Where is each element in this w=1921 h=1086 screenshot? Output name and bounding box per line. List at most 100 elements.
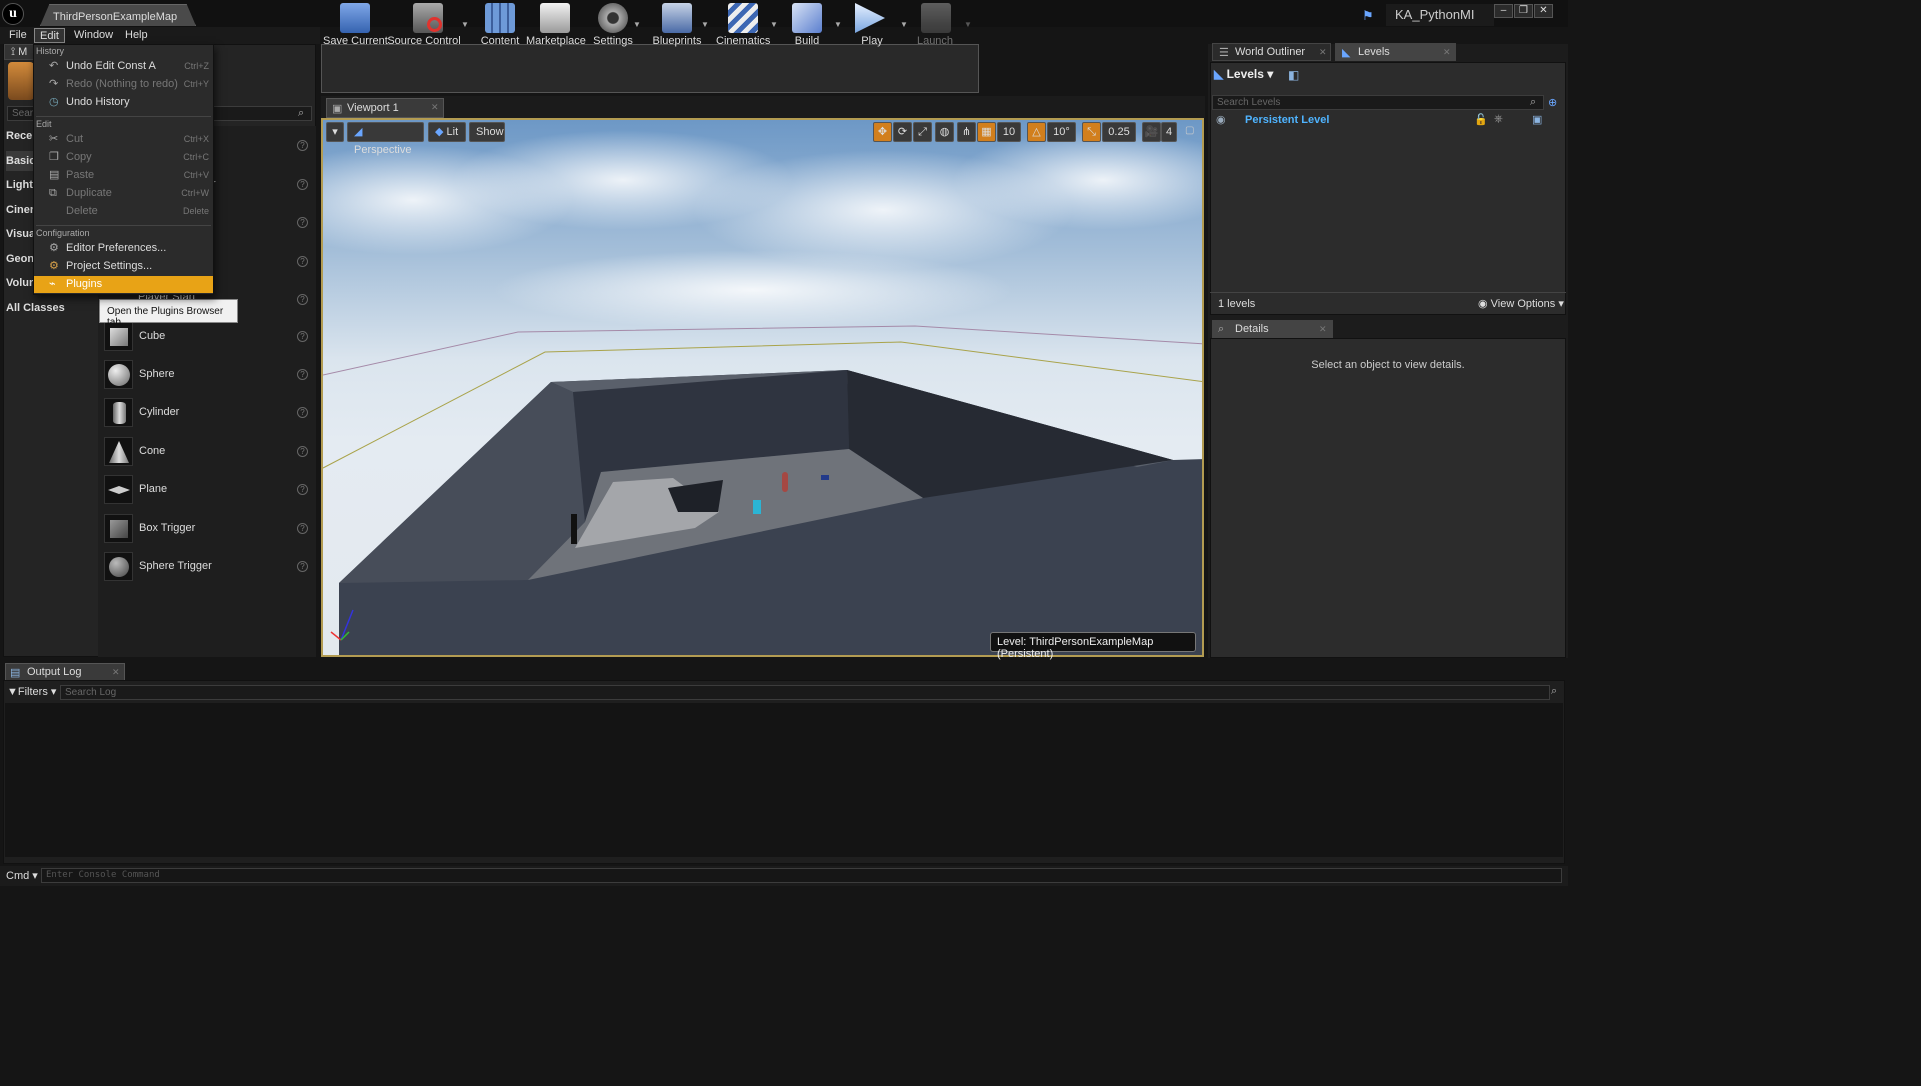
close-icon[interactable]: ✕ bbox=[1319, 324, 1327, 335]
dropdown-arrow-icon[interactable]: ▼ bbox=[701, 20, 709, 29]
output-log-tab[interactable]: ▤ Output Log ✕ bbox=[5, 663, 125, 681]
console-command-input[interactable]: Enter Console Command bbox=[41, 868, 1562, 883]
menu-copy[interactable]: ❐ Copy Ctrl+C bbox=[34, 149, 213, 166]
unreal-logo-icon[interactable]: u bbox=[2, 3, 24, 25]
tab-world-outliner[interactable]: ☰ World Outliner ✕ bbox=[1212, 43, 1331, 61]
maximize-viewport-icon[interactable]: ▢ bbox=[1185, 125, 1194, 136]
cmd-dropdown[interactable]: Cmd ▾ bbox=[6, 869, 38, 882]
blueprints-button[interactable]: Blueprints ▼ bbox=[650, 0, 712, 49]
view-options-button[interactable]: ◉ View Options ▾ bbox=[1478, 297, 1564, 310]
rotation-snap-icon[interactable]: △ bbox=[1027, 122, 1046, 142]
levels-dropdown[interactable]: ◣ Levels ▾ bbox=[1214, 67, 1284, 84]
help-icon[interactable]: ? bbox=[297, 217, 308, 228]
place-item-cylinder[interactable]: Cylinder ? bbox=[104, 398, 309, 430]
scale-snap-value[interactable]: 0.25 bbox=[1102, 122, 1136, 142]
category-all-classes[interactable]: All Classes bbox=[6, 298, 96, 318]
levels-settings-icon[interactable]: ⊕ bbox=[1548, 96, 1557, 109]
dropdown-arrow-icon[interactable]: ▼ bbox=[834, 20, 842, 29]
close-icon[interactable]: ✕ bbox=[1319, 47, 1327, 58]
grid-snap-value[interactable]: 10 bbox=[997, 122, 1021, 142]
menu-edit[interactable]: Edit bbox=[34, 28, 65, 43]
level-viewport[interactable] bbox=[321, 118, 1204, 657]
save-level-icon[interactable]: ▣ bbox=[1532, 113, 1542, 126]
dropdown-arrow-icon[interactable]: ▼ bbox=[964, 20, 972, 29]
menu-plugins[interactable]: ⌁ Plugins bbox=[34, 276, 213, 293]
log-content-area[interactable] bbox=[5, 703, 1563, 857]
place-item-box-trigger[interactable]: Box Trigger ? bbox=[104, 514, 309, 546]
help-icon[interactable]: ? bbox=[297, 561, 308, 572]
camera-speed-value[interactable]: 4 bbox=[1161, 122, 1177, 142]
lock-icon[interactable]: 🔓 bbox=[1474, 113, 1488, 126]
close-icon[interactable]: ✕ bbox=[431, 102, 439, 113]
menu-redo[interactable]: ↷ Redo (Nothing to redo) Ctrl+Y bbox=[34, 76, 213, 93]
cinematics-button[interactable]: Cinematics ▼ bbox=[716, 0, 782, 49]
launch-button[interactable]: Launch ▼ bbox=[914, 0, 976, 49]
translate-icon[interactable]: ✥ bbox=[873, 122, 892, 142]
minimize-icon[interactable]: – bbox=[1494, 4, 1513, 18]
lit-button[interactable]: ◆ Lit bbox=[428, 122, 466, 142]
menu-help[interactable]: Help bbox=[120, 28, 153, 43]
rotation-snap-value[interactable]: 10° bbox=[1047, 122, 1076, 142]
menu-duplicate[interactable]: ⧉ Duplicate Ctrl+W bbox=[34, 185, 213, 202]
tab-levels[interactable]: ◣ Levels ✕ bbox=[1335, 43, 1456, 61]
help-icon[interactable]: ? bbox=[297, 369, 308, 380]
search-log-input[interactable]: Search Log bbox=[60, 685, 1550, 700]
close-icon[interactable]: ✕ bbox=[1443, 47, 1451, 58]
menu-editor-preferences[interactable]: ⚙ Editor Preferences... bbox=[34, 240, 213, 257]
visibility-eye-icon[interactable]: ◉ bbox=[1216, 113, 1226, 126]
menu-project-settings[interactable]: ⚙ Project Settings... bbox=[34, 258, 213, 275]
scale-snap-icon[interactable]: ⤡ bbox=[1082, 122, 1101, 142]
filters-button[interactable]: ▼Filters ▾ bbox=[7, 685, 56, 698]
place-item-cube[interactable]: Cube ? bbox=[104, 322, 309, 354]
scale-icon[interactable]: ⤢ bbox=[913, 122, 932, 142]
viewport-tab[interactable]: ▣ Viewport 1 ✕ bbox=[326, 98, 444, 118]
dropdown-arrow-icon[interactable]: ▼ bbox=[900, 20, 908, 29]
place-item-sphere-trigger[interactable]: Sphere Trigger ? bbox=[104, 552, 309, 584]
perspective-button[interactable]: ◢ Perspective bbox=[347, 122, 424, 156]
menu-delete[interactable]: Delete Delete bbox=[34, 203, 213, 220]
gamepad-icon[interactable]: ⎈ bbox=[1494, 113, 1503, 126]
rotate-icon[interactable]: ⟳ bbox=[893, 122, 912, 142]
viewport-options-button[interactable]: ▾ bbox=[326, 122, 344, 142]
help-icon[interactable]: ? bbox=[297, 179, 308, 190]
build-button[interactable]: Build ▼ bbox=[786, 0, 846, 49]
save-current-button[interactable]: Save Current bbox=[323, 0, 388, 49]
help-icon[interactable]: ? bbox=[297, 331, 308, 342]
dropdown-arrow-icon[interactable]: ▼ bbox=[633, 20, 641, 29]
tab-details[interactable]: ⌕ Details ✕ bbox=[1212, 320, 1333, 338]
dropdown-arrow-icon[interactable]: ▼ bbox=[770, 20, 778, 29]
place-item-cone[interactable]: Cone ? bbox=[104, 437, 309, 469]
surface-snap-icon[interactable]: ⋔ bbox=[957, 122, 976, 142]
search-levels-input[interactable]: Search Levels bbox=[1212, 95, 1544, 110]
menu-cut[interactable]: ✂ Cut Ctrl+X bbox=[34, 131, 213, 148]
close-icon[interactable]: ✕ bbox=[112, 667, 120, 678]
content-button[interactable]: Content bbox=[478, 0, 522, 49]
place-mode-icon[interactable] bbox=[8, 62, 34, 100]
close-icon[interactable]: ✕ bbox=[1534, 4, 1553, 18]
show-button[interactable]: Show bbox=[469, 122, 505, 142]
help-icon[interactable]: ? bbox=[297, 256, 308, 267]
help-icon[interactable]: ? bbox=[297, 407, 308, 418]
help-icon[interactable]: ? bbox=[297, 484, 308, 495]
settings-button[interactable]: Settings ▼ bbox=[590, 0, 646, 49]
add-level-icon[interactable]: ◧ bbox=[1288, 68, 1299, 82]
world-icon[interactable]: ◍ bbox=[935, 122, 954, 142]
place-item-sphere[interactable]: Sphere ? bbox=[104, 360, 309, 392]
camera-speed-icon[interactable]: 🎥 bbox=[1142, 122, 1161, 142]
help-icon[interactable]: ? bbox=[297, 140, 308, 151]
restore-icon[interactable]: ❐ bbox=[1514, 4, 1533, 18]
level-row[interactable]: ◉ Persistent Level 🔓 ⎈ ▣ bbox=[1212, 112, 1564, 129]
menu-undo-history[interactable]: ◷ Undo History bbox=[34, 94, 213, 111]
dropdown-arrow-icon[interactable]: ▼ bbox=[461, 20, 469, 29]
menu-window[interactable]: Window bbox=[69, 28, 118, 43]
map-tab[interactable]: ThirdPersonExampleMap bbox=[40, 4, 196, 26]
menu-paste[interactable]: ▤ Paste Ctrl+V bbox=[34, 167, 213, 184]
grid-snap-icon[interactable]: ▦ bbox=[977, 122, 996, 142]
source-control-button[interactable]: Source Control ▼ bbox=[387, 0, 473, 49]
place-item-plane[interactable]: Plane ? bbox=[104, 475, 309, 507]
menu-undo[interactable]: ↶ Undo Edit Const A Ctrl+Z bbox=[34, 58, 213, 75]
marketplace-button[interactable]: Marketplace bbox=[526, 0, 586, 49]
help-icon[interactable]: ? bbox=[297, 294, 308, 305]
menu-file[interactable]: File bbox=[4, 28, 32, 43]
help-icon[interactable]: ? bbox=[297, 523, 308, 534]
